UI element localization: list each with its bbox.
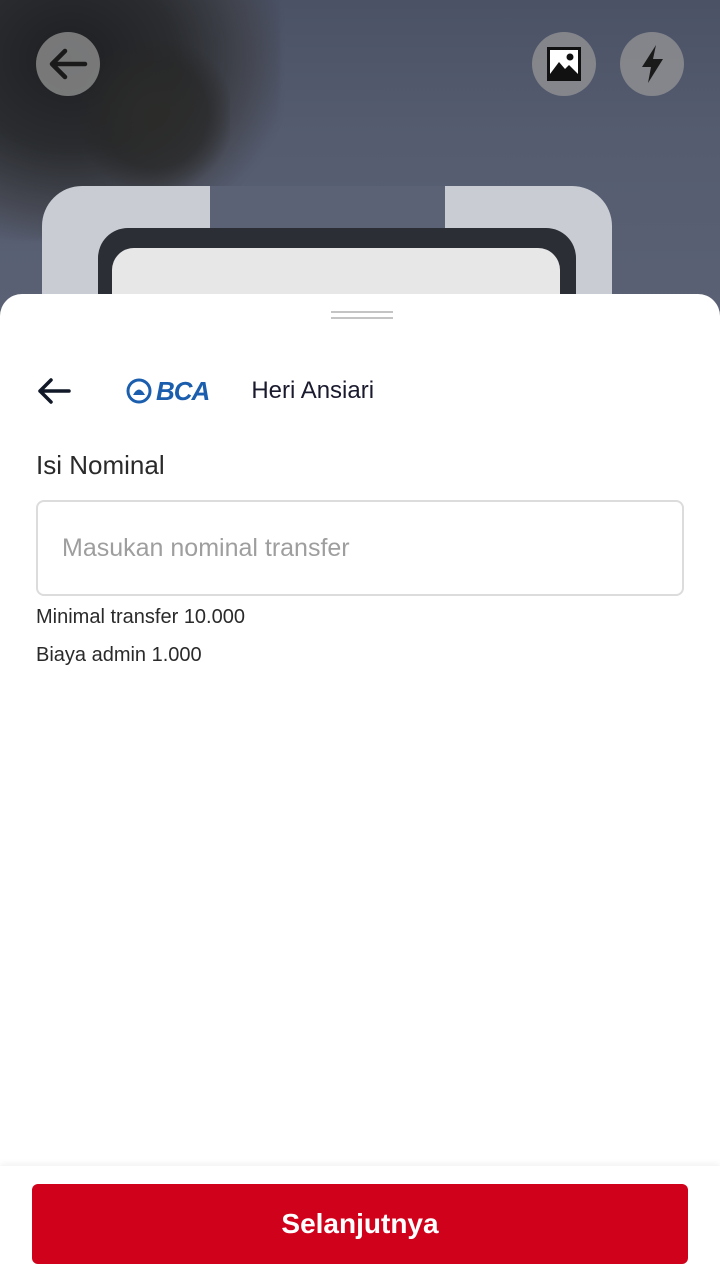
sheet-back-button[interactable] bbox=[36, 368, 86, 414]
app-root: BCA Heri Ansiari Isi Nominal Minimal tra… bbox=[0, 0, 720, 1280]
account-name: Heri Ansiari bbox=[251, 377, 375, 404]
next-button[interactable]: Selanjutnya bbox=[32, 1184, 688, 1264]
nominal-input[interactable] bbox=[38, 502, 682, 594]
camera-machine-notch bbox=[210, 186, 445, 232]
recipient-header: BCA Heri Ansiari bbox=[36, 368, 686, 414]
nominal-label: Isi Nominal bbox=[36, 450, 165, 480]
bank-logo-text: BCA bbox=[156, 375, 210, 406]
nominal-input-container bbox=[36, 500, 684, 596]
flash-icon bbox=[642, 45, 663, 83]
flash-button[interactable] bbox=[620, 32, 684, 96]
admin-fee-text: Biaya admin 1.000 bbox=[36, 644, 202, 666]
camera-tree-shape-2 bbox=[80, 40, 230, 190]
sheet-drag-handle[interactable] bbox=[331, 309, 393, 319]
transfer-bottom-sheet: BCA Heri Ansiari Isi Nominal Minimal tra… bbox=[0, 294, 720, 1280]
camera-back-button[interactable] bbox=[36, 32, 100, 96]
sheet-footer: Selanjutnya bbox=[0, 1166, 720, 1280]
arrow-left-icon bbox=[49, 48, 88, 80]
image-icon bbox=[547, 47, 581, 81]
camera-preview bbox=[0, 0, 720, 340]
bank-logo: BCA bbox=[126, 375, 210, 407]
gallery-button[interactable] bbox=[532, 32, 596, 96]
min-transfer-text: Minimal transfer 10.000 bbox=[36, 606, 245, 628]
arrow-left-icon bbox=[38, 378, 71, 404]
bca-emblem-icon bbox=[126, 378, 152, 404]
